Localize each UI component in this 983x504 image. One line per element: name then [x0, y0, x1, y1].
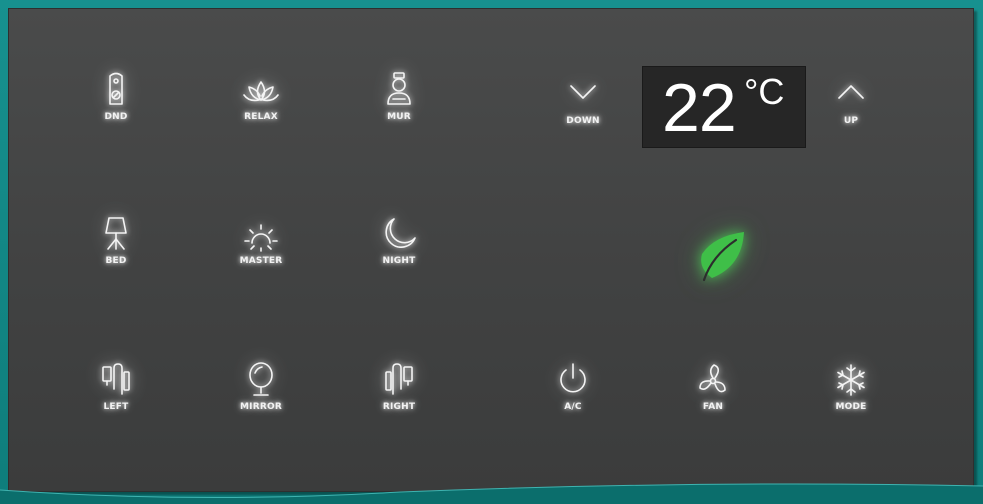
bed-label: BED — [105, 256, 127, 266]
wall-lamp-right-icon — [385, 363, 413, 395]
bed-button[interactable]: BED — [70, 214, 162, 294]
up-button[interactable]: UP — [805, 74, 897, 154]
temperature-value: 22 — [662, 70, 737, 146]
lotus-icon — [243, 81, 279, 102]
mode-label: MODE — [835, 402, 867, 412]
power-icon — [560, 363, 586, 393]
temperature-unit: °C — [744, 71, 785, 112]
left-button[interactable]: LEFT — [70, 360, 162, 440]
right-label: RIGHT — [382, 402, 416, 412]
control-panel: DND RELAX MUR DOWN 22 °C UP BED MASTER N… — [8, 8, 974, 492]
mur-button[interactable]: MUR — [353, 70, 445, 150]
relax-button[interactable]: RELAX — [215, 70, 307, 150]
dnd-button[interactable]: DND — [70, 70, 162, 150]
left-label: LEFT — [103, 402, 129, 412]
mirror-button[interactable]: MIRROR — [215, 360, 307, 440]
crescent-moon-icon — [385, 218, 416, 248]
mirror-icon — [249, 362, 273, 396]
fan-button[interactable]: FAN — [667, 360, 759, 440]
housekeeping-icon — [387, 72, 411, 105]
dnd-label: DND — [104, 112, 128, 122]
up-label: UP — [843, 116, 859, 126]
chevron-down-icon — [570, 85, 596, 99]
fan-label: FAN — [702, 402, 724, 412]
wall-lamp-left-icon — [102, 363, 130, 395]
do-not-disturb-icon — [109, 72, 123, 105]
table-lamp-icon — [105, 217, 127, 250]
snowflake-icon — [837, 364, 865, 396]
master-button[interactable]: MASTER — [215, 214, 307, 294]
relax-label: RELAX — [244, 112, 278, 122]
ac-button[interactable]: A/C — [527, 360, 619, 440]
fan-icon — [699, 364, 726, 393]
mur-label: MUR — [387, 112, 411, 122]
master-label: MASTER — [239, 256, 283, 266]
night-button[interactable]: NIGHT — [353, 214, 445, 294]
down-label: DOWN — [566, 116, 600, 126]
background-swoosh — [0, 483, 983, 504]
mode-button[interactable]: MODE — [805, 360, 897, 440]
chevron-up-icon — [838, 85, 864, 99]
temperature-display: 22 °C — [642, 66, 806, 148]
mirror-label: MIRROR — [240, 402, 282, 412]
right-button[interactable]: RIGHT — [353, 360, 445, 440]
night-label: NIGHT — [382, 256, 416, 266]
ac-label: A/C — [564, 402, 582, 412]
sun-icon — [244, 224, 278, 252]
down-button[interactable]: DOWN — [537, 74, 629, 154]
eco-leaf-icon[interactable] — [692, 228, 748, 284]
